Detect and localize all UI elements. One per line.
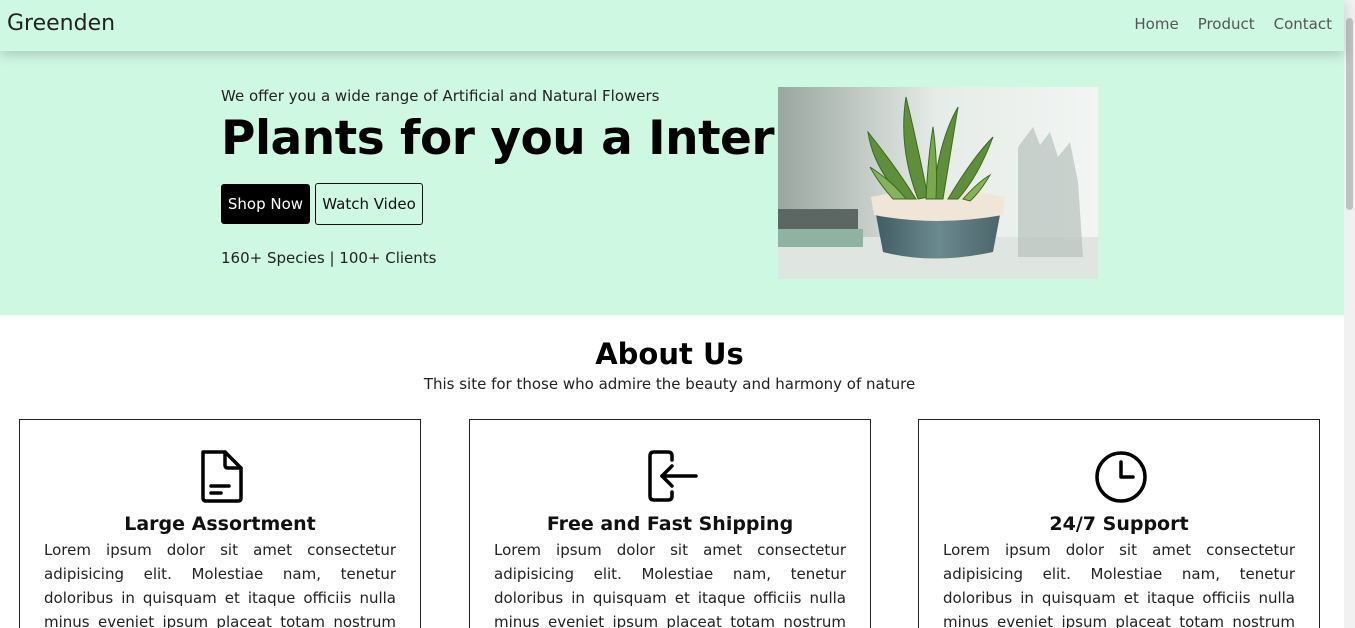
about-subtitle: This site for those who admire the beaut… <box>423 375 916 393</box>
card-text: Lorem ipsum dolor sit amet consectetur a… <box>943 541 1295 628</box>
nav-link-home[interactable]: Home <box>1134 15 1178 33</box>
nav-links: Home Product Contact <box>1134 15 1332 33</box>
hero-subtitle: We offer you a wide range of Artificial … <box>221 87 660 105</box>
scrollbar-thumb[interactable] <box>1346 18 1353 210</box>
shop-now-button[interactable]: Shop Now <box>221 184 310 224</box>
card-text: Lorem ipsum dolor sit amet consectetur a… <box>44 541 396 628</box>
page-scrollbar[interactable] <box>1344 0 1355 628</box>
nav-link-product[interactable]: Product <box>1198 15 1255 33</box>
card-title: Large Assortment <box>124 513 316 535</box>
feature-card-shipping: Free and Fast Shipping Lorem ipsum dolor… <box>469 419 871 628</box>
document-icon <box>194 448 250 504</box>
navbar: Greenden Home Product Contact <box>0 0 1344 51</box>
login-icon <box>644 448 700 504</box>
hero-stats: 160+ Species | 100+ Clients <box>221 249 437 267</box>
hero-section: We offer you a wide range of Artificial … <box>0 51 1344 315</box>
watch-video-button[interactable]: Watch Video <box>315 183 423 225</box>
clock-icon <box>1093 448 1149 504</box>
card-text: Lorem ipsum dolor sit amet consectetur a… <box>494 541 846 628</box>
feature-card-support: 24/7 Support Lorem ipsum dolor sit amet … <box>918 419 1320 628</box>
hero-plant-image <box>778 87 1098 279</box>
hero-title: Plants for you a Interior <box>221 111 845 166</box>
card-title: 24/7 Support <box>1049 513 1189 535</box>
brand-logo[interactable]: Greenden <box>7 11 115 36</box>
feature-card-assortment: Large Assortment Lorem ipsum dolor sit a… <box>19 419 421 628</box>
about-title: About Us <box>595 337 744 371</box>
nav-link-contact[interactable]: Contact <box>1274 15 1332 33</box>
card-title: Free and Fast Shipping <box>546 513 794 535</box>
